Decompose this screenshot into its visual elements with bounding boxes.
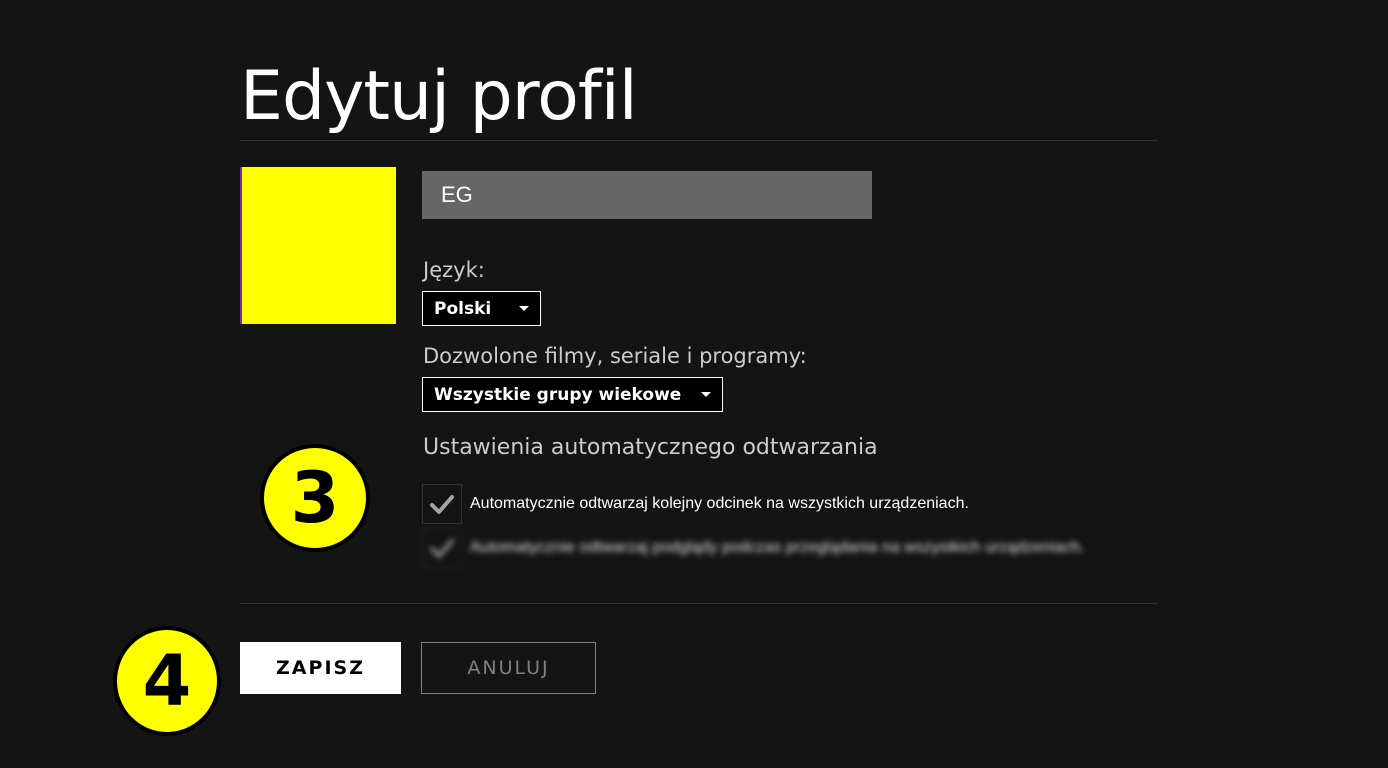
language-label: Język:	[423, 258, 485, 282]
autoplay-previews-label: Automatycznie odtwarzaj podglądy podczas…	[470, 539, 1085, 556]
caret-down-icon	[701, 392, 711, 397]
profile-name-input[interactable]	[422, 171, 872, 219]
step-three-badge: 3	[260, 444, 370, 552]
checkmark-icon	[430, 539, 454, 558]
autoplay-next-episode-option[interactable]: Automatycznie odtwarzaj kolejny odcinek …	[422, 484, 969, 524]
maturity-dropdown[interactable]: Wszystkie grupy wiekowe	[422, 377, 723, 412]
profile-avatar[interactable]	[240, 167, 396, 324]
top-divider	[240, 140, 1158, 141]
autoplay-previews-option[interactable]: Automatycznie odtwarzaj podglądy podczas…	[422, 528, 1085, 568]
maturity-selected-value: Wszystkie grupy wiekowe	[434, 384, 682, 405]
autoplay-previews-checkbox[interactable]	[422, 528, 462, 568]
autoplay-heading: Ustawienia automatycznego odtwarzania	[423, 435, 878, 460]
language-dropdown[interactable]: Polski	[422, 291, 541, 326]
edit-profile-page: Edytuj profil Język: Polski Dozwolone fi…	[0, 0, 1388, 768]
language-selected-value: Polski	[434, 298, 492, 319]
caret-down-icon	[519, 306, 529, 311]
cancel-button[interactable]: ANULUJ	[421, 642, 596, 694]
autoplay-next-episode-label: Automatycznie odtwarzaj kolejny odcinek …	[470, 495, 969, 512]
page-title: Edytuj profil	[240, 57, 638, 136]
autoplay-next-episode-checkbox[interactable]	[422, 484, 462, 524]
save-button[interactable]: ZAPISZ	[240, 642, 401, 694]
checkmark-icon	[430, 495, 454, 514]
maturity-label: Dozwolone filmy, seriale i programy:	[423, 344, 807, 368]
bottom-divider	[240, 603, 1158, 604]
step-four-badge: 4	[113, 626, 221, 736]
